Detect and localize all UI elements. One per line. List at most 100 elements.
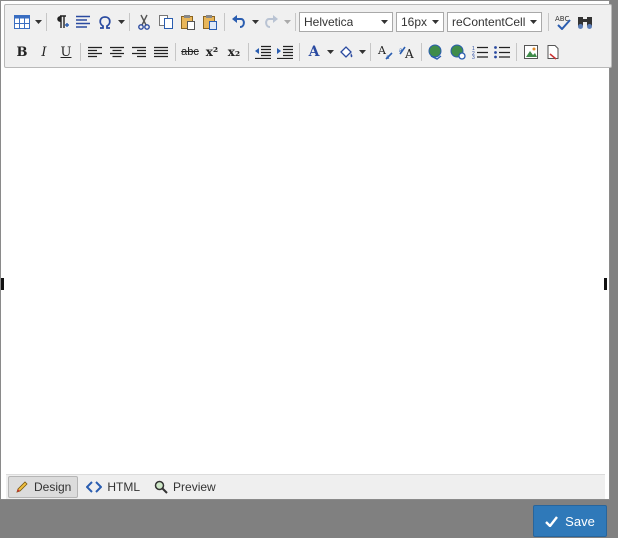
toolbar-separator [421,43,422,61]
numbered-list-button[interactable]: 123 [469,41,491,63]
chevron-down-icon[interactable] [325,41,335,63]
bold-icon: B [16,44,28,60]
outdent-button[interactable] [252,41,274,63]
toolbar-separator [175,43,176,61]
subscript-button[interactable]: x₂ [223,41,245,63]
tab-preview-label: Preview [173,480,216,494]
superscript-button[interactable]: x² [201,41,223,63]
tab-html-label: HTML [107,480,141,494]
resize-handle-left[interactable] [1,278,4,290]
underline-icon: U [60,44,72,60]
toolbar-separator [299,43,300,61]
image-manager-button[interactable] [520,41,542,63]
cut-button[interactable] [133,11,155,33]
paragraph-format-button[interactable] [72,11,94,33]
undo-button[interactable] [228,11,250,33]
chevron-down-icon [530,20,537,24]
insert-symbol-button[interactable] [94,11,116,33]
tab-html[interactable]: HTML [80,476,146,498]
chevron-down-icon[interactable] [116,11,126,33]
subscript-icon: x₂ [227,45,241,59]
toolbar-separator [548,13,549,31]
chevron-down-icon [381,20,388,24]
tab-design-label: Design [34,480,72,494]
tab-preview[interactable]: Preview [148,476,222,498]
redo-button[interactable] [260,11,282,33]
paste-button[interactable] [177,11,199,33]
clipboard-icon [181,15,195,30]
link-globe-icon [428,44,442,60]
italic-button[interactable]: I [33,41,55,63]
resize-handle-right[interactable] [604,278,607,290]
css-class-select[interactable]: reContentCell [447,12,542,32]
pencil-icon [15,480,29,494]
svg-text:A: A [404,47,414,60]
bold-button[interactable]: B [11,41,33,63]
paste-options-button[interactable] [199,11,221,33]
font-size-select[interactable]: 16px [396,12,444,32]
save-button-label: Save [565,513,595,529]
toolbar-separator [46,13,47,31]
align-left-button[interactable] [84,41,106,63]
insert-table-button[interactable] [11,11,33,33]
spellcheck-button[interactable]: ABC [552,11,574,33]
chevron-down-icon[interactable] [250,11,260,33]
css-class-value: reContentCell [452,15,526,29]
table-icon [14,15,30,29]
background-color-button[interactable] [335,41,357,63]
binoculars-icon [578,17,592,29]
case-icon: Aa [399,46,414,60]
bulleted-list-icon [494,46,510,59]
insert-link-button[interactable] [425,41,447,63]
copy-button[interactable] [155,11,177,33]
document-manager-button[interactable] [542,41,564,63]
underline-button[interactable]: U [55,41,77,63]
chevron-down-icon[interactable] [357,41,367,63]
toolbar-separator [248,43,249,61]
align-paragraph-icon [76,15,90,28]
justify-button[interactable] [150,41,172,63]
checkmark-icon [545,515,559,527]
numbered-list-icon: 123 [472,46,488,59]
spellcheck-icon: ABC [555,15,571,30]
strikethrough-button[interactable]: abc [179,41,201,63]
align-center-icon [110,46,124,58]
align-center-button[interactable] [106,41,128,63]
redo-icon [265,15,278,28]
toolbar-row-1: Helvetica 16px reContentCell ABC [11,9,596,35]
insert-paragraph-button[interactable] [50,11,72,33]
align-right-icon [132,46,146,58]
remove-link-button[interactable] [447,41,469,63]
font-color-button[interactable]: A [303,41,325,63]
font-size-value: 16px [401,15,428,29]
scissors-icon [138,14,150,30]
toolbar-separator [129,13,130,31]
format-stripper-icon: Aa [377,44,393,60]
code-icon [86,481,103,493]
toolbar-row-2: B I U abc x² x₂ A Aa Aa 1 2 3 [11,39,564,65]
editor-content-area[interactable] [6,70,605,474]
find-replace-button[interactable] [574,11,596,33]
convert-case-button[interactable]: Aa [396,41,418,63]
font-family-select[interactable]: Helvetica [299,12,393,32]
undo-icon [232,15,245,28]
format-stripper-button[interactable]: Aa [374,41,396,63]
indent-button[interactable] [274,41,296,63]
toolbar-separator [370,43,371,61]
toolbar-separator [224,13,225,31]
chevron-down-icon[interactable] [33,11,43,33]
strikethrough-icon: abc [181,46,199,58]
superscript-icon: x² [205,45,219,59]
chevron-down-icon[interactable] [282,11,292,33]
align-right-button[interactable] [128,41,150,63]
tab-design[interactable]: Design [8,476,79,498]
outdent-icon [255,45,271,59]
bulleted-list-button[interactable] [491,41,513,63]
unlink-globe-icon [450,44,466,60]
font-family-value: Helvetica [304,15,354,29]
editor-mode-bar: Design HTML Preview [6,474,605,499]
chevron-down-icon [432,20,439,24]
pilcrow-icon [57,15,69,28]
omega-icon [99,16,111,29]
save-button[interactable]: Save [533,505,607,537]
